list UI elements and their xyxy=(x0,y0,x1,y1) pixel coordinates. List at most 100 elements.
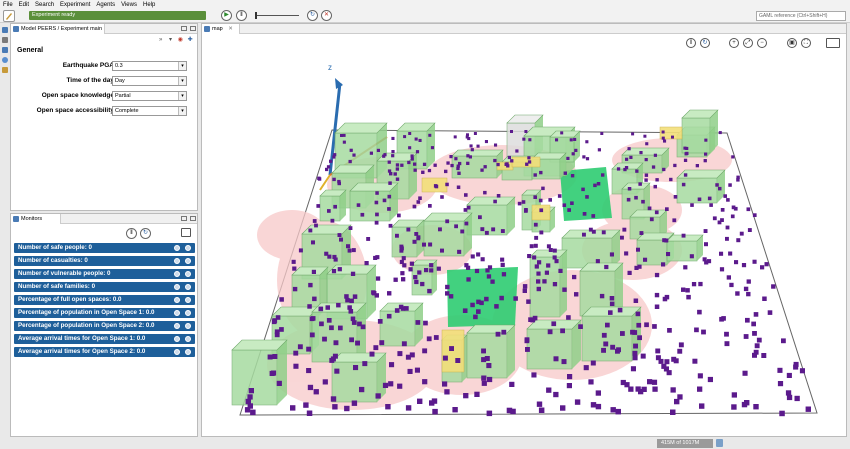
maximize-icon[interactable] xyxy=(190,216,196,221)
building xyxy=(466,196,516,236)
refresh-monitors-button[interactable]: ↻ xyxy=(140,228,151,239)
expand-icon[interactable]: » xyxy=(159,37,162,43)
tab-parameters[interactable]: Model PEERS / Experiment main xyxy=(11,24,105,34)
close-monitor-icon[interactable] xyxy=(185,258,191,264)
close-monitor-icon[interactable] xyxy=(185,245,191,251)
person-agent xyxy=(546,244,551,249)
person-agent xyxy=(764,262,769,267)
maximize-icon[interactable] xyxy=(190,26,196,31)
inspector-icon[interactable] xyxy=(2,67,8,73)
person-agent xyxy=(767,310,773,315)
person-agent xyxy=(250,409,256,416)
tab-map[interactable]: map ✕ xyxy=(202,24,240,34)
run-button[interactable]: ▶ xyxy=(221,10,232,21)
person-agent xyxy=(583,365,589,371)
edit-monitor-icon[interactable] xyxy=(174,349,180,355)
close-monitor-icon[interactable] xyxy=(185,284,191,290)
menu-search[interactable]: Search xyxy=(35,2,54,8)
person-agent xyxy=(645,142,649,146)
person-agent xyxy=(279,297,284,302)
person-agent xyxy=(562,287,567,292)
close-experiment-button[interactable]: ✕ xyxy=(321,10,332,21)
person-agent xyxy=(423,320,428,326)
gaml-reference-search[interactable]: GAML reference (Ctrl+Shift+H) xyxy=(756,11,846,21)
edit-model-icon[interactable] xyxy=(3,10,15,22)
person-agent xyxy=(414,137,418,141)
edit-monitor-icon[interactable] xyxy=(174,336,180,342)
close-icon[interactable]: ✕ xyxy=(228,26,233,32)
person-agent xyxy=(616,167,621,171)
close-monitor-icon[interactable] xyxy=(185,271,191,277)
menu-edit[interactable]: Edit xyxy=(19,2,29,8)
menu-experiment[interactable]: Experiment xyxy=(60,2,90,8)
add-icon[interactable]: ✚ xyxy=(188,37,193,43)
param-row-time: Time of the day Day ▾ xyxy=(11,76,197,87)
trash-icon[interactable] xyxy=(716,439,723,447)
pause-monitors-button[interactable]: ‖ xyxy=(126,228,137,239)
person-agent xyxy=(359,386,365,393)
person-agent xyxy=(741,263,747,268)
person-agent xyxy=(426,336,432,342)
edit-monitor-icon[interactable] xyxy=(174,284,180,290)
menu-help[interactable]: Help xyxy=(143,2,155,8)
close-monitor-icon[interactable] xyxy=(185,323,191,329)
person-agent xyxy=(632,355,638,361)
person-agent xyxy=(481,348,486,354)
edit-monitor-icon[interactable] xyxy=(174,258,180,264)
person-agent xyxy=(615,408,621,415)
memory-indicator: 415M of 1017M xyxy=(657,439,713,448)
person-agent xyxy=(756,337,762,343)
navigator-icon[interactable] xyxy=(2,27,8,33)
reload-button[interactable]: ↻ xyxy=(307,10,318,21)
person-agent xyxy=(570,201,574,205)
edit-monitor-icon[interactable] xyxy=(174,323,180,329)
edit-monitor-icon[interactable] xyxy=(174,297,180,303)
map-3d-view[interactable]: z xyxy=(202,35,846,436)
person-agent xyxy=(395,163,400,167)
param-select-accessibility[interactable]: Complete ▾ xyxy=(112,106,187,116)
minimize-icon[interactable] xyxy=(181,216,187,221)
menu-agents[interactable]: Agents xyxy=(96,2,115,8)
chevron-down-icon[interactable]: ▾ xyxy=(178,62,186,70)
param-select-pga[interactable]: 0.3 ▾ xyxy=(112,61,187,71)
param-select-time[interactable]: Day ▾ xyxy=(112,76,187,86)
speed-slider-thumb[interactable] xyxy=(255,12,257,19)
chevron-down-icon[interactable]: ▾ xyxy=(169,37,172,43)
person-agent xyxy=(337,181,341,186)
close-monitor-icon[interactable] xyxy=(185,349,191,355)
tab-monitors[interactable]: Monitors xyxy=(11,214,61,224)
param-select-knowledge[interactable]: Partial ▾ xyxy=(112,91,187,101)
menu-file[interactable]: File xyxy=(3,2,13,8)
step-button[interactable]: ‖ xyxy=(236,10,247,21)
close-monitor-icon[interactable] xyxy=(185,297,191,303)
person-agent xyxy=(393,277,398,282)
console-icon[interactable] xyxy=(2,47,8,53)
edit-monitor-icon[interactable] xyxy=(174,245,180,251)
chevron-down-icon[interactable]: ▾ xyxy=(178,77,186,85)
person-agent xyxy=(348,159,352,164)
person-agent xyxy=(654,210,659,215)
close-monitor-icon[interactable] xyxy=(185,310,191,316)
person-agent xyxy=(401,277,406,282)
person-agent xyxy=(440,195,444,199)
close-monitor-icon[interactable] xyxy=(185,336,191,342)
speed-slider[interactable] xyxy=(257,15,299,16)
minimize-icon[interactable] xyxy=(181,26,187,31)
person-agent xyxy=(480,227,485,232)
chevron-down-icon[interactable]: ▾ xyxy=(178,92,186,100)
monitor-text: Number of safe people: 0 xyxy=(18,244,92,251)
menu-views[interactable]: Views xyxy=(121,2,137,8)
display-icon[interactable] xyxy=(181,228,191,237)
edit-monitor-icon[interactable] xyxy=(174,310,180,316)
person-agent xyxy=(364,261,369,266)
person-agent xyxy=(786,372,792,378)
edit-monitor-icon[interactable] xyxy=(174,271,180,277)
person-agent xyxy=(669,177,673,182)
person-agent xyxy=(376,148,380,152)
revert-icon[interactable]: ◉ xyxy=(178,37,183,43)
outline-icon[interactable] xyxy=(2,37,8,43)
person-agent xyxy=(799,368,805,374)
person-agent xyxy=(397,383,403,389)
chevron-down-icon[interactable]: ▾ xyxy=(178,107,186,115)
chat-icon[interactable] xyxy=(2,57,8,63)
